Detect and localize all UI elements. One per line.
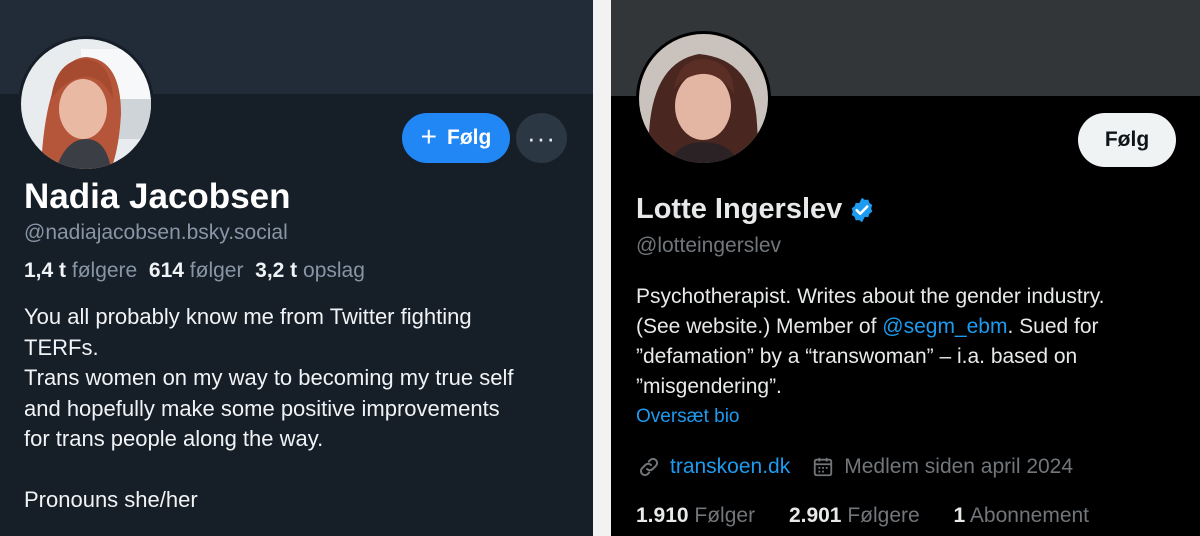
panel-divider [593,0,611,536]
link-icon [636,454,662,480]
bio-line: and hopefully make some positive improve… [24,395,500,421]
followers-label: følgere [71,259,138,282]
bluesky-profile-panel: + Følg ··· Nadia Jacobsen @nadiajacobsen… [0,0,593,536]
bio-line [24,455,584,486]
profile-bio: Psychotherapist. Writes about the gender… [636,282,1196,402]
avatar[interactable] [18,36,154,172]
profile-stats: 1,4 t følgere 614 følger 3,2 t opslag [24,259,365,283]
following-label: Følger [694,504,756,527]
followers-stat[interactable]: 2.901 Følgere [789,504,920,527]
website-link[interactable]: transkoen.dk [670,455,790,479]
bio-line: (See website.) Member of @segm_ebm. Sued… [636,312,1196,342]
bio-line: for trans people along the way. [24,426,324,451]
ellipsis-icon: ··· [527,122,556,153]
follow-button-label: Følg [447,126,492,149]
avatar-photo [639,34,768,163]
following-stat[interactable]: 1.910 Følger [636,504,755,527]
bio-line: ”defamation” by a “transwoman” – i.a. ba… [636,345,1078,368]
following-count: 614 [148,259,184,282]
followers-count: 1,4 t [24,259,67,282]
translate-bio-link[interactable]: Oversæt bio [636,406,739,428]
bio-line: Pronouns she/her [24,487,198,512]
subscriptions-label: Abonnement [969,504,1090,527]
followers-label: Følgere [847,504,920,527]
joined-date: Medlem siden april 2024 [844,455,1074,478]
display-name: Nadia Jacobsen [24,177,291,216]
followers-stat[interactable]: 1,4 t følgere [24,259,137,282]
following-stat[interactable]: 614 følger [149,259,244,282]
profile-meta: transkoen.dk Medlem siden april 2024 [636,454,1073,480]
display-name-row: Lotte Ingerslev [636,193,876,226]
profile-bio: You all probably know me from Twitter fi… [24,302,584,516]
posts-count: 3,2 t [255,259,298,282]
avatar[interactable] [636,31,771,166]
user-handle: @lotteingerslev [636,234,782,257]
posts-stat: 3,2 t opslag [255,259,365,282]
bio-text: . Sued for [1007,315,1099,338]
followers-count: 2.901 [788,504,842,527]
x-profile-panel: Følg Lotte Ingerslev @lotteingerslev Psy… [611,0,1200,536]
following-label: følger [189,259,244,282]
verified-badge-icon[interactable] [848,196,876,224]
mention-link[interactable]: @segm_ebm [882,315,1007,338]
follow-button[interactable]: + Følg [402,113,510,163]
bio-line: Trans women on my way to becoming my tru… [24,365,514,390]
calendar-icon [810,454,836,480]
user-handle: @nadiajacobsen.bsky.social [24,221,288,244]
bio-line: TERFs. [24,334,99,360]
bio-text: (See website.) Member of [636,315,883,338]
subscriptions-count: 1 [953,504,966,527]
profile-stats: 1.910 Følger 2.901 Følgere 1 Abonnement [636,504,1117,528]
more-options-button[interactable]: ··· [516,113,567,163]
posts-label: opslag [303,259,365,282]
avatar-photo [21,39,151,169]
display-name: Lotte Ingerslev [636,193,843,225]
subscriptions-stat[interactable]: 1 Abonnement [954,504,1089,527]
bio-line: ”misgendering”. [636,375,782,398]
bio-line: You all probably know me from Twitter fi… [24,304,472,329]
plus-icon: + [420,120,438,152]
bio-line: Psychotherapist. Writes about the gender… [636,285,1105,308]
follow-button[interactable]: Følg [1078,113,1176,167]
following-count: 1.910 [636,504,689,527]
